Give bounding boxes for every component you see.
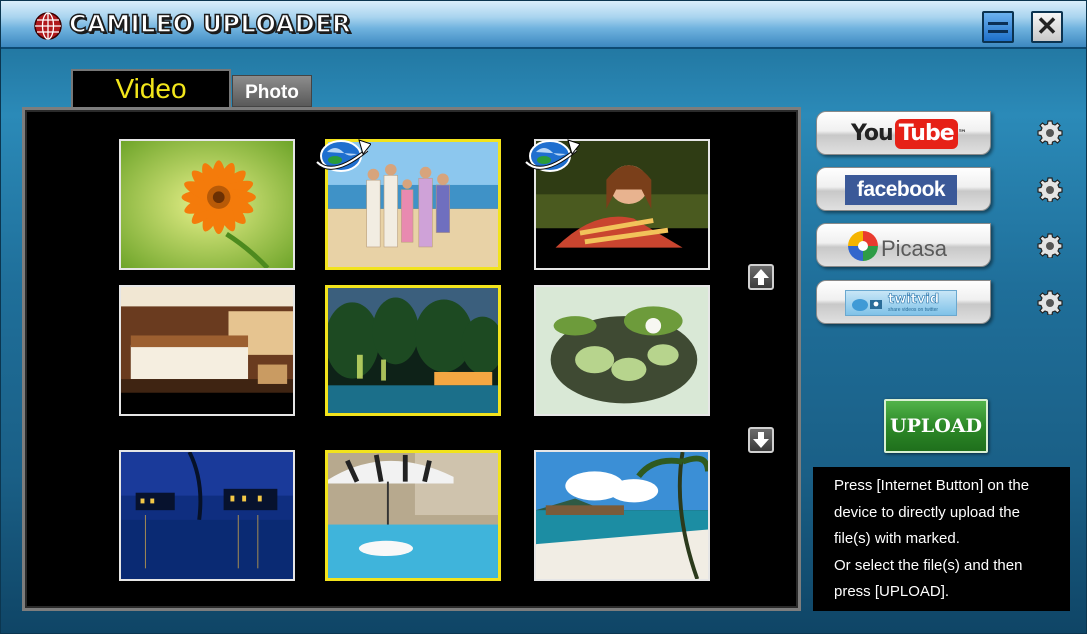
twitvid-settings-gear-icon[interactable] <box>1037 289 1063 315</box>
picasa-settings-gear-icon[interactable] <box>1037 232 1063 258</box>
facebook-button[interactable]: facebook <box>816 167 991 211</box>
upload-marked-globe-icon <box>524 139 580 172</box>
bedroom-image <box>121 287 293 414</box>
twitvid-tagline: share videos on twitter <box>888 307 939 313</box>
instructions-box: Press [Internet Button] on the device to… <box>813 467 1070 611</box>
tab-photo[interactable]: Photo <box>232 75 312 107</box>
flower-image <box>121 141 293 268</box>
minimize-button[interactable] <box>982 11 1014 43</box>
twitvid-button[interactable]: twitvid share videos on twitter <box>816 280 991 324</box>
instruction-line: Press [Internet Button] on the <box>834 477 1030 494</box>
beach-image <box>536 452 708 579</box>
instruction-line: Or select the file(s) and then <box>834 556 1023 574</box>
close-icon: ✕ <box>1036 11 1058 41</box>
thumbnail-water-villas-night[interactable] <box>119 450 295 581</box>
facebook-logo: facebook <box>845 175 957 205</box>
twitvid-bird-icon <box>852 299 882 311</box>
youtube-button[interactable]: You Tube ™ <box>816 111 991 155</box>
globe-logo-icon <box>34 12 62 40</box>
tab-video[interactable]: Video <box>71 69 231 107</box>
vegetables-image <box>536 287 708 414</box>
thumbnail-hotel-bedroom[interactable] <box>119 285 295 416</box>
picasa-logo-text: Picasa <box>881 236 948 261</box>
resort-image <box>328 288 498 413</box>
thumbnail-vegetables-basket[interactable] <box>534 285 710 416</box>
thumbnail-orange-flower[interactable] <box>119 139 295 270</box>
thumbnail-resort-at-night[interactable] <box>325 285 501 416</box>
instruction-line: device to directly upload the <box>834 503 1020 521</box>
picasa-pinwheel-icon <box>848 231 878 261</box>
thumbnail-gallery <box>22 107 801 611</box>
youtube-settings-gear-icon[interactable] <box>1037 119 1063 145</box>
scroll-down-button[interactable] <box>748 427 774 453</box>
thumbnail-tropical-beach[interactable] <box>534 450 710 581</box>
close-button[interactable]: ✕ <box>1031 11 1063 43</box>
arrow-down-icon <box>753 432 769 448</box>
thumbnail-hotel-pool[interactable] <box>325 450 501 581</box>
uploader-window: CAMILEO UPLOADER ✕ Video Photo You Tube … <box>0 0 1087 634</box>
instruction-line: press [UPLOAD]. <box>834 583 950 600</box>
twitvid-logo: twitvid share videos on twitter <box>845 290 957 316</box>
title-bar[interactable]: CAMILEO UPLOADER ✕ <box>1 1 1086 49</box>
scroll-up-button[interactable] <box>748 264 774 290</box>
arrow-up-icon <box>753 269 769 285</box>
app-title: CAMILEO UPLOADER <box>68 9 352 39</box>
villas-image <box>121 452 293 579</box>
upload-button[interactable]: UPLOAD <box>884 399 988 453</box>
picasa-button[interactable]: Picasa <box>816 223 991 267</box>
pool-image <box>328 453 498 578</box>
instruction-line: file(s) with marked. <box>834 530 960 547</box>
facebook-settings-gear-icon[interactable] <box>1037 176 1063 202</box>
youtube-logo: You Tube ™ <box>851 118 967 150</box>
upload-marked-globe-icon <box>315 139 371 172</box>
